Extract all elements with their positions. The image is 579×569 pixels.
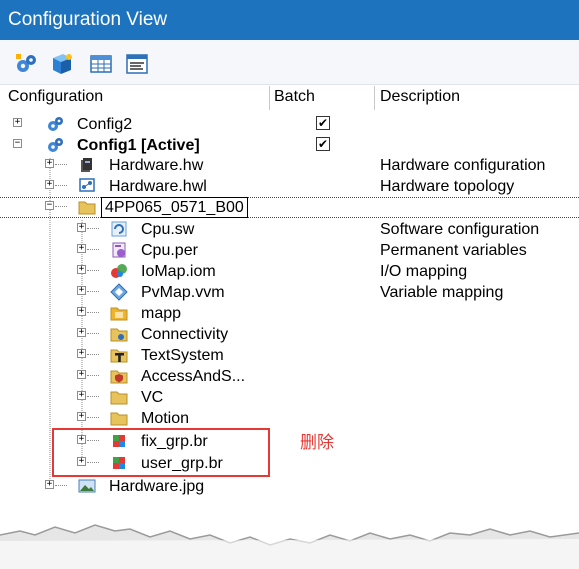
expand-icon[interactable]: + <box>77 391 86 400</box>
annotation-delete-label: 删除 <box>300 433 334 452</box>
connectivity-folder-icon <box>110 328 128 342</box>
tree-label: IoMap.iom <box>141 263 216 280</box>
tree-label: Hardware.jpg <box>109 478 205 495</box>
tree-connector <box>87 333 99 334</box>
expand-icon[interactable]: + <box>77 307 86 316</box>
tree-connector <box>87 417 99 418</box>
tree-row-iomap[interactable]: + IoMap.iom I/O mapping <box>0 261 579 282</box>
tree-label: Hardware.hwl <box>109 178 207 195</box>
folder-icon <box>110 412 128 426</box>
tree-label: Motion <box>141 410 190 427</box>
tree-label: AccessAndS... <box>141 368 246 385</box>
tree-row-config1[interactable]: − Config1 [Active] ✔ <box>0 135 579 156</box>
expand-icon[interactable]: + <box>77 265 86 274</box>
tree-row-cpu-sw[interactable]: + Cpu.sw Software configuration <box>0 219 579 240</box>
description-cell: I/O mapping <box>380 263 468 280</box>
tree-connector <box>55 185 67 186</box>
tree-connector <box>55 485 67 486</box>
expand-icon[interactable]: + <box>77 370 86 379</box>
permanent-variables-icon <box>112 242 126 258</box>
expand-icon[interactable]: + <box>45 180 54 189</box>
io-mapping-icon <box>111 264 127 278</box>
tree-row-mapp[interactable]: + mapp <box>0 303 579 324</box>
tree-row-cpu-per[interactable]: + Cpu.per Permanent variables <box>0 240 579 261</box>
description-cell: Variable mapping <box>380 284 504 301</box>
tree-label: Config1 [Active] <box>77 137 200 154</box>
tree-row-access[interactable]: + AccessAndS... <box>0 366 579 387</box>
tree-label: Cpu.sw <box>141 221 195 238</box>
collapse-icon[interactable]: − <box>13 139 22 148</box>
tree-connector <box>55 206 67 207</box>
expand-icon[interactable]: + <box>77 223 86 232</box>
expand-icon[interactable]: + <box>45 480 54 489</box>
folder-icon <box>110 391 128 405</box>
tree-connector <box>87 249 99 250</box>
tree-row-textsystem[interactable]: + TextSystem <box>0 345 579 366</box>
tree-row-device[interactable]: − 4PP065_0571_B00 <box>0 197 579 218</box>
torn-paper-edge <box>0 524 579 569</box>
tree-row-pvmap[interactable]: + PvMap.vvm Variable mapping <box>0 282 579 303</box>
tree-label: PvMap.vvm <box>141 284 225 301</box>
variable-mapping-icon <box>110 283 128 301</box>
tree-connector <box>87 312 99 313</box>
tree-row-config2[interactable]: + Config2 ✔ <box>0 114 579 135</box>
tree-label: Hardware.hw <box>109 157 204 174</box>
tree-label: Cpu.per <box>141 242 198 259</box>
expand-icon[interactable]: + <box>77 328 86 337</box>
batch-checkbox[interactable]: ✔ <box>316 137 330 151</box>
description-cell: Hardware topology <box>380 178 515 195</box>
description-cell: Hardware configuration <box>380 157 546 174</box>
tree-connector <box>55 164 67 165</box>
tree-label: mapp <box>141 305 182 322</box>
collapse-icon[interactable]: − <box>45 201 54 210</box>
tree-label-edit[interactable]: 4PP065_0571_B00 <box>101 197 248 218</box>
tree-row-motion[interactable]: + Motion <box>0 408 579 429</box>
expand-icon[interactable]: + <box>13 118 22 127</box>
expand-icon[interactable]: + <box>77 244 86 253</box>
tree-connector <box>87 270 99 271</box>
tree-row-hardware-jpg[interactable]: + Hardware.jpg <box>0 476 579 497</box>
tree-connector <box>87 354 99 355</box>
description-cell: Permanent variables <box>380 242 527 259</box>
annotation-highlight-box <box>52 428 270 477</box>
tree-label: Connectivity <box>141 326 229 343</box>
topology-icon <box>79 178 95 192</box>
mapp-folder-icon <box>110 307 128 321</box>
tree-label: VC <box>141 389 164 406</box>
folder-icon <box>78 201 96 215</box>
text-system-icon <box>110 349 128 363</box>
tree-label: Config2 <box>77 116 133 133</box>
tree-connector <box>87 375 99 376</box>
tree-connector <box>87 228 99 229</box>
tree-row-hardware-hwl[interactable]: + Hardware.hwl Hardware topology <box>0 176 579 197</box>
tree-label: TextSystem <box>141 347 224 364</box>
tree-row-connectivity[interactable]: + Connectivity <box>0 324 579 345</box>
batch-checkbox[interactable]: ✔ <box>316 116 330 130</box>
tree-connector <box>87 396 99 397</box>
config-icon <box>48 117 63 131</box>
description-cell: Software configuration <box>380 221 540 238</box>
image-icon <box>78 479 96 493</box>
software-config-icon <box>111 221 127 237</box>
tree-connector <box>87 291 99 292</box>
expand-icon[interactable]: + <box>45 159 54 168</box>
config-icon <box>48 138 63 152</box>
access-security-icon <box>110 370 128 384</box>
expand-icon[interactable]: + <box>77 349 86 358</box>
expand-icon[interactable]: + <box>77 286 86 295</box>
tree-row-hardware-hw[interactable]: + Hardware.hw Hardware configuration <box>0 155 579 176</box>
tree-row-vc[interactable]: + VC <box>0 387 579 408</box>
expand-icon[interactable]: + <box>77 412 86 421</box>
hardware-icon <box>81 158 92 172</box>
